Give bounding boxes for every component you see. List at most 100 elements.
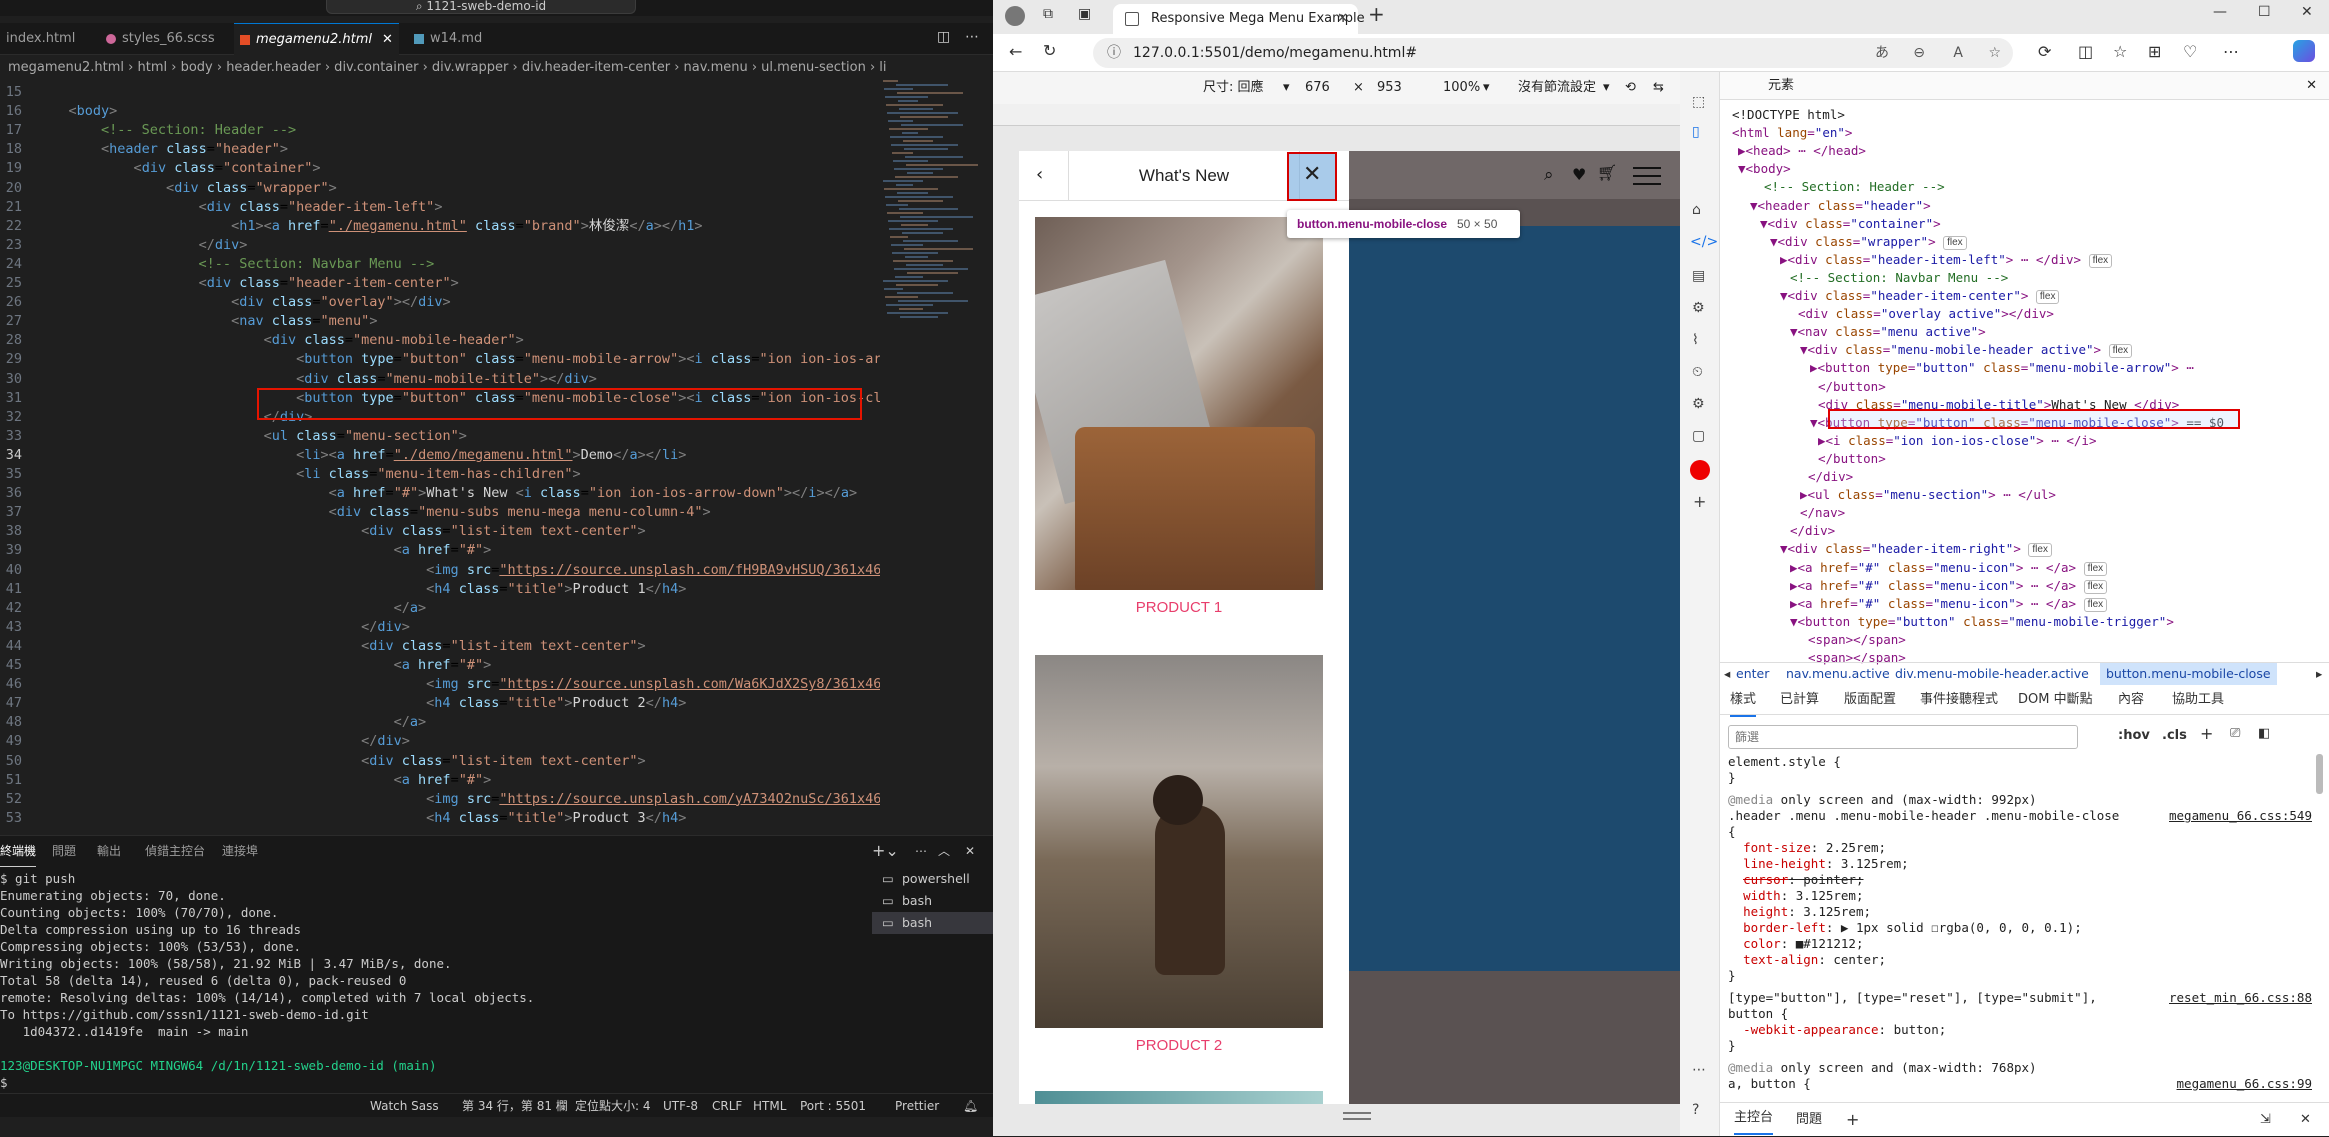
code-line[interactable]: 30 <div class="menu-mobile-title"></div> (0, 370, 880, 389)
css-source-link[interactable]: megamenu_66.css:549 (2130, 808, 2312, 824)
code-line[interactable]: 25 <div class="header-item-center"> (0, 274, 880, 293)
copilot-icon[interactable] (2293, 40, 2315, 62)
new-rule-icon[interactable]: + (2200, 724, 2213, 743)
code-line[interactable]: 33 <ul class="menu-section"> (0, 427, 880, 446)
css-line[interactable]: } (1728, 968, 1736, 984)
code-line[interactable]: 24 <!-- Section: Navbar Menu --> (0, 255, 880, 274)
dom-node[interactable]: ▶<div class="header-item-left"> ⋯ </div>… (1780, 251, 2113, 269)
code-line[interactable]: 39 <a href="#"> (0, 541, 880, 560)
memory-icon[interactable]: ⚙ (1692, 396, 1705, 412)
styles-scrollbar[interactable] (2316, 754, 2323, 794)
device-icon[interactable]: ▯ (1692, 124, 1700, 140)
dom-node[interactable]: ▶<i class="ion ion-ios-close"> ⋯ </i> (1818, 432, 2097, 450)
heart-icon[interactable]: ♥ (1572, 165, 1586, 184)
inspect-icon[interactable]: ⬚ (1692, 94, 1705, 110)
more-tools-icon[interactable]: + (1693, 492, 1706, 511)
css-source-link[interactable]: megamenu_66.css:99 (2130, 1076, 2312, 1092)
search-icon[interactable]: ⌕ (1544, 165, 1554, 185)
dom-node[interactable]: ▼<div class="container"> (1760, 215, 1941, 233)
tab-ports[interactable]: 連接埠 (222, 836, 258, 866)
live-server-port[interactable]: Port : 5501 (800, 1094, 866, 1118)
tab-computed[interactable]: 已計算 (1780, 685, 1819, 715)
css-line[interactable]: @media only screen and (max-width: 768px… (1728, 1060, 2037, 1076)
favorite-icon[interactable]: ☆ (1988, 38, 2001, 68)
split-screen-icon[interactable]: ◫ (2078, 42, 2093, 61)
menu-back-button[interactable]: ‹ (1019, 151, 1069, 201)
dom-node[interactable]: </button> (1818, 450, 1886, 468)
close-icon[interactable]: ✕ (382, 32, 393, 47)
more-icon[interactable]: ⋯ (1692, 1062, 1706, 1078)
css-line[interactable]: } (1728, 770, 1736, 786)
browser-tab[interactable]: Responsive Mega Menu Example ✕ (1113, 4, 1365, 34)
encoding[interactable]: UTF-8 (663, 1094, 698, 1118)
code-line[interactable]: 29 <button type="button" class="menu-mob… (0, 350, 880, 369)
code-line[interactable]: 36 <a href="#">What's New <i class="ion … (0, 484, 880, 503)
code-line[interactable]: 27 <nav class="menu"> (0, 312, 880, 331)
crumb-item[interactable]: button.menu-mobile-close (2100, 663, 2277, 685)
code-line[interactable]: 49 </div> (0, 732, 880, 751)
css-line[interactable]: .header .menu .menu-mobile-header .menu-… (1728, 808, 2119, 824)
media-query-ruler[interactable] (993, 104, 1725, 126)
maximize-icon[interactable]: ☐ (2258, 4, 2271, 20)
application-icon[interactable]: ▢ (1692, 428, 1705, 444)
css-line[interactable]: height: 3.125rem; (1728, 904, 1871, 920)
dom-node[interactable]: <!-- Section: Navbar Menu --> (1790, 269, 2008, 287)
code-line[interactable]: 22 <h1><a href="./megamenu.html" class="… (0, 217, 880, 236)
tab-output[interactable]: 輸出 (97, 836, 121, 866)
cls-toggle[interactable]: .cls (2162, 728, 2187, 743)
product-card[interactable]: PRODUCT 2 (1035, 655, 1323, 1054)
css-line[interactable]: font-size: 2.25rem; (1728, 840, 1886, 856)
device-select[interactable]: 尺寸: 回應 (1203, 72, 1264, 104)
eol[interactable]: CRLF (712, 1094, 742, 1118)
cursor-position[interactable]: 第 34 行，第 81 欄 (462, 1094, 568, 1118)
dom-node[interactable]: ▼<div class="wrapper"> flex (1770, 233, 1967, 251)
code-line[interactable]: 40 <img src="https://source.unsplash.com… (0, 561, 880, 580)
close-drawer-icon[interactable]: ✕ (2300, 1103, 2311, 1137)
language-mode[interactable]: HTML (753, 1094, 786, 1118)
crumb-item[interactable]: enter (1736, 663, 1769, 685)
code-line[interactable]: 41 <h4 class="title">Product 1</h4> (0, 580, 880, 599)
add-drawer-tab-icon[interactable]: + (1846, 1103, 1859, 1137)
url-input[interactable]: ⓘ 127.0.0.1:5501/demo/megamenu.html# ☆ A … (1093, 38, 2013, 68)
css-source-link[interactable]: reset_min_66.css:88 (2130, 990, 2312, 1006)
code-line[interactable]: 45 <a href="#"> (0, 656, 880, 675)
code-line[interactable]: 26 <div class="overlay"></div> (0, 293, 880, 312)
maximize-panel-icon[interactable]: ︿ (938, 836, 950, 866)
terminal-output[interactable]: $ git push Enumerating objects: 70, done.… (0, 870, 870, 1091)
tab-debug-console[interactable]: 偵錯主控台 (145, 836, 205, 866)
resize-handle[interactable] (1343, 1112, 1371, 1120)
welcome-icon[interactable]: ⌂ (1692, 202, 1701, 218)
dom-node[interactable]: </div> (1808, 468, 1853, 486)
close-tab-icon[interactable]: ✕ (1337, 4, 1348, 34)
browser-essentials-icon[interactable]: ♡ (2183, 42, 2197, 61)
css-line[interactable]: @media only screen and (max-width: 992px… (1728, 792, 2037, 808)
terminal-instance[interactable]: ▭ bash (872, 890, 993, 912)
code-line[interactable]: 20 <div class="wrapper"> (0, 179, 880, 198)
terminal-instance[interactable]: ▭ bash (872, 912, 993, 934)
close-icon[interactable]: ✕ (1303, 162, 1321, 187)
dom-node[interactable]: ▼<body> (1738, 160, 1791, 178)
translate-icon[interactable]: あ (1875, 38, 1889, 68)
code-line[interactable]: 15 (0, 83, 880, 102)
dom-node[interactable]: <!DOCTYPE html> (1732, 106, 1845, 124)
code-line[interactable]: 46 <img src="https://source.unsplash.com… (0, 675, 880, 694)
code-line[interactable]: 38 <div class="list-item text-center"> (0, 522, 880, 541)
sources-icon[interactable]: ⚙ (1692, 300, 1705, 316)
css-line[interactable]: { (1728, 824, 1736, 840)
cart-icon[interactable]: 🛒︎ (1597, 163, 1617, 182)
tab-event-listeners[interactable]: 事件接聽程式 (1920, 685, 1998, 715)
dom-node[interactable]: ▼<nav class="menu active"> (1790, 323, 1986, 341)
dom-node[interactable]: ▶<a href="#" class="menu-icon"> ⋯ </a> f… (1790, 559, 2108, 577)
extensions-icon[interactable]: ⟳ (2038, 42, 2051, 61)
more-actions-icon[interactable]: ⋯ (965, 29, 979, 45)
dock-icon[interactable]: ⇆ (1653, 72, 1664, 104)
css-line[interactable]: a, button { (1728, 1076, 1811, 1092)
indent-size[interactable]: 定位點大小: 4 (575, 1094, 651, 1118)
close-window-icon[interactable]: ✕ (2301, 4, 2313, 20)
minimize-icon[interactable]: — (2213, 4, 2227, 20)
code-line[interactable]: 47 <h4 class="title">Product 2</h4> (0, 694, 880, 713)
code-line[interactable]: 18 <header class="header"> (0, 140, 880, 159)
css-line[interactable]: text-align: center; (1728, 952, 1886, 968)
add-terminal-icon[interactable]: +⌄ (872, 836, 899, 866)
tab-index-html[interactable]: index.html (0, 23, 100, 55)
